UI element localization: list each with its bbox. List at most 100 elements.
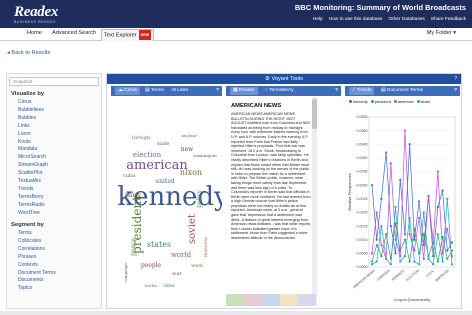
data-point-israel[interactable]	[446, 197, 449, 200]
tab-home[interactable]: Home	[27, 30, 42, 36]
sidebar-item-collocates[interactable]: Collocates	[18, 238, 56, 246]
cloud-word-soviet[interactable]: soviet	[187, 214, 198, 244]
tab-cirrus[interactable]: ☁ Cirrus	[115, 87, 140, 95]
help-link[interactable]: Help	[313, 17, 323, 22]
cloud-word-people[interactable]: people	[141, 262, 162, 269]
data-point-american[interactable]	[394, 238, 397, 241]
data-point-israel[interactable]	[399, 260, 402, 263]
data-point-kennedy[interactable]	[370, 184, 374, 187]
back-to-results-link[interactable]: ◂ Back to Results	[7, 50, 50, 56]
data-point-kennedy[interactable]	[408, 143, 411, 146]
data-point-kennedy[interactable]	[375, 238, 378, 241]
sidebar-item-bubblelines[interactable]: Bubblelines	[18, 107, 48, 115]
doc-segment[interactable]	[280, 294, 298, 306]
data-point-israel[interactable]	[408, 216, 411, 220]
data-point-israel[interactable]	[389, 263, 392, 266]
cloud-word-nixon[interactable]: nixon	[180, 168, 202, 177]
cloud-word-world[interactable]: world	[171, 251, 192, 259]
sidebar-item-trends[interactable]: Trends	[18, 186, 48, 194]
tab-reader[interactable]: ▦ Reader	[230, 87, 258, 95]
help-icon[interactable]: ?	[454, 74, 457, 84]
cloud-word-moscow[interactable]: moscow	[203, 236, 209, 257]
sidebar-item-terms[interactable]: Terms	[18, 230, 56, 238]
data-point-kennedy[interactable]	[380, 197, 383, 200]
sidebar-item-topics[interactable]: Topics	[18, 285, 56, 293]
tab-links[interactable]: ⋊ Links	[168, 87, 191, 95]
doc-segment[interactable]	[298, 294, 316, 306]
sidebar-item-correlations[interactable]: Correlations	[18, 246, 56, 254]
data-point-israel[interactable]	[403, 254, 407, 258]
doc-segment[interactable]	[244, 294, 262, 306]
sidebar-item-knots[interactable]: Knots	[18, 139, 48, 147]
cloud-word-campaign[interactable]: campaign	[123, 263, 128, 283]
data-point-president[interactable]	[385, 233, 388, 236]
data-point-israel[interactable]	[441, 260, 444, 263]
data-point-president[interactable]	[413, 227, 416, 230]
how-to-use-link[interactable]: How to use this database	[329, 17, 383, 22]
sidebar-item-mandala[interactable]: Mandala	[18, 146, 48, 154]
data-point-israel[interactable]	[450, 263, 454, 266]
sidebar-item-contexts[interactable]: Contexts	[18, 262, 56, 270]
cloud-word-election[interactable]: election	[133, 151, 162, 159]
reader-scrollbar-thumb[interactable]	[312, 99, 317, 129]
reader-help-icon[interactable]: ?	[335, 86, 338, 96]
data-point-kennedy[interactable]	[385, 151, 388, 154]
data-point-kennedy[interactable]	[441, 189, 444, 192]
data-point-president[interactable]	[375, 244, 378, 247]
data-point-kennedy[interactable]	[399, 178, 402, 181]
sidebar-item-loom[interactable]: Loom	[18, 131, 48, 139]
data-point-israel[interactable]	[436, 233, 439, 236]
data-point-american[interactable]	[422, 257, 425, 260]
data-point-president[interactable]	[403, 238, 407, 241]
data-point-kennedy[interactable]	[394, 252, 397, 255]
cloud-word-foreign[interactable]: foreign	[132, 135, 151, 141]
data-point-israel[interactable]	[380, 224, 383, 228]
doc-segment[interactable]	[262, 294, 280, 306]
data-point-kennedy[interactable]	[413, 238, 416, 241]
data-point-kennedy[interactable]	[403, 233, 407, 236]
data-point-american[interactable]	[403, 129, 407, 132]
data-point-american[interactable]	[389, 162, 392, 165]
cloud-word-war[interactable]: war	[172, 271, 182, 277]
data-point-kennedy[interactable]	[450, 241, 454, 244]
cloud-word-nuclear[interactable]: nuclear	[181, 133, 196, 138]
legend-item-kennedy[interactable]: kennedy	[349, 99, 368, 104]
data-point-president[interactable]	[380, 254, 383, 258]
data-point-american[interactable]	[380, 244, 383, 247]
sidebar-item-textualarc[interactable]: TextualArc	[18, 178, 48, 186]
data-point-kennedy[interactable]	[446, 249, 449, 252]
data-point-american[interactable]	[436, 170, 439, 173]
data-point-kennedy[interactable]	[417, 200, 421, 203]
sidebar-item-phrases[interactable]: Phrases	[18, 254, 56, 262]
sidebar-item-wordtree[interactable]: WordTree	[18, 210, 48, 218]
data-point-israel[interactable]	[385, 257, 388, 260]
readex-logo[interactable]: Readex	[14, 4, 58, 21]
data-point-american[interactable]	[432, 241, 435, 244]
data-point-israel[interactable]	[370, 263, 374, 266]
data-point-president[interactable]	[422, 233, 425, 236]
legend-item-israel[interactable]: israel	[416, 99, 430, 104]
sidebar-item-documents[interactable]: Documents	[18, 277, 56, 285]
sidebar-item-cirrus[interactable]: Cirrus	[18, 99, 48, 107]
data-point-president[interactable]	[446, 257, 449, 260]
data-point-israel[interactable]	[427, 257, 430, 260]
tab-trends[interactable]: ⟋ Trends	[349, 87, 375, 95]
data-point-president[interactable]	[408, 260, 411, 263]
cloud-word-west[interactable]: west	[191, 263, 203, 269]
sidebar-item-streamgraph[interactable]: StreamGraph	[18, 162, 48, 170]
snapshot-input[interactable]: Snapshot	[9, 77, 99, 86]
data-point-american[interactable]	[408, 233, 411, 236]
data-point-president[interactable]	[370, 260, 374, 263]
sidebar-item-bubbles[interactable]: Bubbles	[18, 115, 48, 123]
cloud-word-state[interactable]: state	[157, 141, 170, 147]
sidebar-item-scatterplot[interactable]: ScatterPlot	[18, 170, 48, 178]
share-feedback-link[interactable]: Share Feedback	[431, 17, 466, 22]
legend-item-president[interactable]: president	[370, 99, 391, 104]
my-folder-menu[interactable]: My Folder ▾	[427, 30, 456, 36]
tab-document-terms[interactable]: ▤ Document Terms	[378, 87, 426, 95]
data-point-kennedy[interactable]	[432, 254, 435, 258]
data-point-president[interactable]	[436, 260, 439, 263]
sidebar-item-termsberry[interactable]: TermsBerry	[18, 194, 48, 202]
data-point-israel[interactable]	[413, 260, 416, 263]
trends-help-icon[interactable]: ?	[454, 86, 457, 96]
